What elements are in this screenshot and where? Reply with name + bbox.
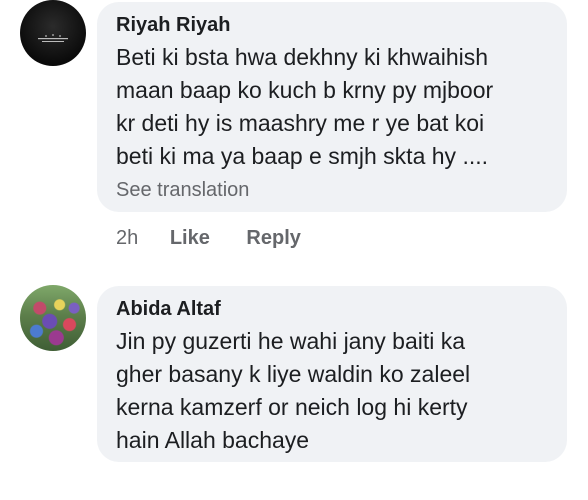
comment-text-line: Jin py guzerti he wahi jany baiti ka	[116, 328, 466, 354]
comment-text-line: gher basany k liye waldin ko zaleel	[116, 361, 471, 387]
comment-author[interactable]: Abida Altaf	[116, 298, 221, 321]
like-button[interactable]: Like	[170, 227, 210, 250]
avatar[interactable]	[20, 285, 86, 351]
comment-text-line: hain Allah bachaye	[116, 427, 310, 453]
avatar[interactable]	[20, 0, 86, 66]
see-translation-link[interactable]: See translation	[116, 179, 249, 202]
comment-text-line: maan baap ko kuch b krny py mjboor	[116, 77, 494, 103]
comment-author[interactable]: Riyah Riyah	[116, 14, 230, 37]
comment-time: 2h	[116, 227, 139, 249]
avatar-image	[38, 34, 68, 42]
comment-text-line: kerna kamzerf or neich log hi kerty	[116, 394, 468, 420]
reply-button[interactable]: Reply	[246, 227, 300, 250]
comment-text-line: beti ki ma ya baap e smjh skta hy ....	[116, 143, 488, 169]
comment-text-line: kr deti hy is maashry me r ye bat koi	[116, 110, 485, 136]
comment-actions: 2h Like Reply	[116, 227, 301, 250]
comment-text-line: Beti ki bsta hwa dekhny ki khwaihish	[116, 44, 489, 70]
